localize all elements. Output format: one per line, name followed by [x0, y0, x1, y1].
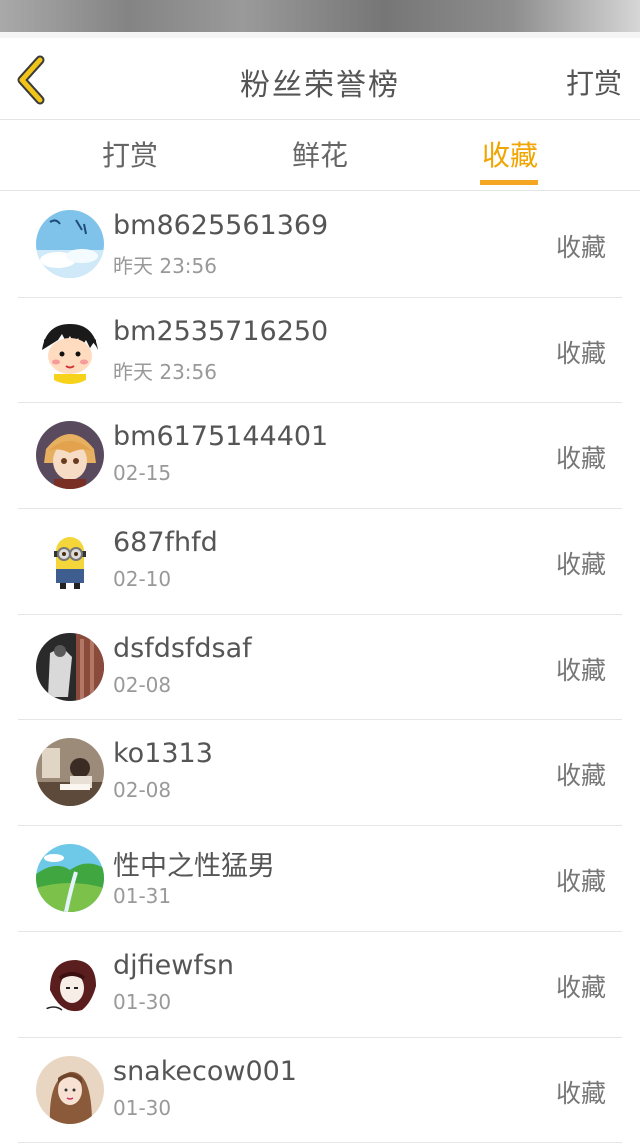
landscape-avatar	[36, 844, 104, 912]
list-item[interactable]: bm8625561369 昨天 23:56 收藏	[18, 192, 622, 298]
user-name[interactable]: snakecow001	[113, 1056, 297, 1087]
avatar[interactable]	[36, 527, 104, 595]
avatar[interactable]	[36, 738, 104, 806]
item-time: 昨天 23:56	[113, 356, 217, 385]
active-tab-indicator	[480, 180, 538, 185]
item-action: 收藏	[556, 228, 606, 264]
item-action: 收藏	[556, 651, 606, 687]
list-item[interactable]: snakecow001 01-30 收藏	[18, 1038, 622, 1143]
list-item[interactable]: bm2535716250 昨天 23:56 收藏	[18, 298, 622, 404]
item-time: 02-10	[113, 567, 171, 591]
avatar[interactable]	[36, 950, 104, 1018]
list-item[interactable]: dsfdsfdsaf 02-08 收藏	[18, 615, 622, 721]
tab-reward[interactable]: 打赏	[80, 121, 180, 191]
avatar[interactable]	[36, 633, 104, 701]
item-time: 02-15	[113, 461, 171, 485]
cartoon-girl-avatar	[36, 316, 104, 384]
sketch-girl-avatar	[36, 950, 104, 1018]
item-time: 01-30	[113, 990, 171, 1014]
dark-photo-avatar	[36, 633, 104, 701]
user-name[interactable]: dsfdsfdsaf	[113, 633, 252, 664]
item-action: 收藏	[556, 756, 606, 792]
user-name[interactable]: bm8625561369	[113, 210, 328, 241]
user-name[interactable]: bm2535716250	[113, 316, 328, 347]
reading-avatar	[36, 738, 104, 806]
item-time: 01-31	[113, 884, 171, 908]
sky-avatar	[36, 210, 104, 278]
avatar[interactable]	[36, 421, 104, 489]
list-item[interactable]: 687fhfd 02-10 收藏	[18, 509, 622, 615]
list-item[interactable]: bm6175144401 02-15 收藏	[18, 403, 622, 509]
avatar[interactable]	[36, 844, 104, 912]
list-item[interactable]: 性中之性猛男 01-31 收藏	[18, 826, 622, 932]
item-action: 收藏	[556, 439, 606, 475]
item-action: 收藏	[556, 968, 606, 1004]
item-action: 收藏	[556, 545, 606, 581]
list-item[interactable]: djfiewfsn 01-30 收藏	[18, 932, 622, 1038]
girl-photo-avatar	[36, 1056, 104, 1124]
user-name[interactable]: bm6175144401	[113, 421, 328, 452]
tab-flowers[interactable]: 鲜花	[270, 121, 370, 191]
reward-button[interactable]: 打赏	[566, 62, 622, 102]
item-action: 收藏	[556, 1074, 606, 1110]
avatar[interactable]	[36, 1056, 104, 1124]
anime-boy-avatar	[36, 421, 104, 489]
item-action: 收藏	[556, 862, 606, 898]
user-name[interactable]: djfiewfsn	[113, 950, 234, 981]
list-item[interactable]: ko1313 02-08 收藏	[18, 720, 622, 826]
item-action: 收藏	[556, 334, 606, 370]
item-time: 昨天 23:56	[113, 250, 217, 279]
user-name[interactable]: 性中之性猛男	[113, 844, 275, 883]
item-time: 02-08	[113, 673, 171, 697]
tab-bar: 打赏 鲜花 收藏	[0, 121, 640, 191]
minion-avatar	[36, 527, 104, 595]
page-title: 粉丝荣誉榜	[0, 60, 640, 104]
nav-bar: 粉丝荣誉榜 打赏	[0, 38, 640, 120]
user-name[interactable]: ko1313	[113, 738, 213, 769]
fan-list: bm8625561369 昨天 23:56 收藏 bm2535716250 昨天…	[18, 192, 622, 1143]
item-time: 02-08	[113, 778, 171, 802]
item-time: 01-30	[113, 1096, 171, 1120]
status-bar	[0, 0, 640, 32]
avatar[interactable]	[36, 210, 104, 278]
avatar[interactable]	[36, 316, 104, 384]
user-name[interactable]: 687fhfd	[113, 527, 218, 558]
